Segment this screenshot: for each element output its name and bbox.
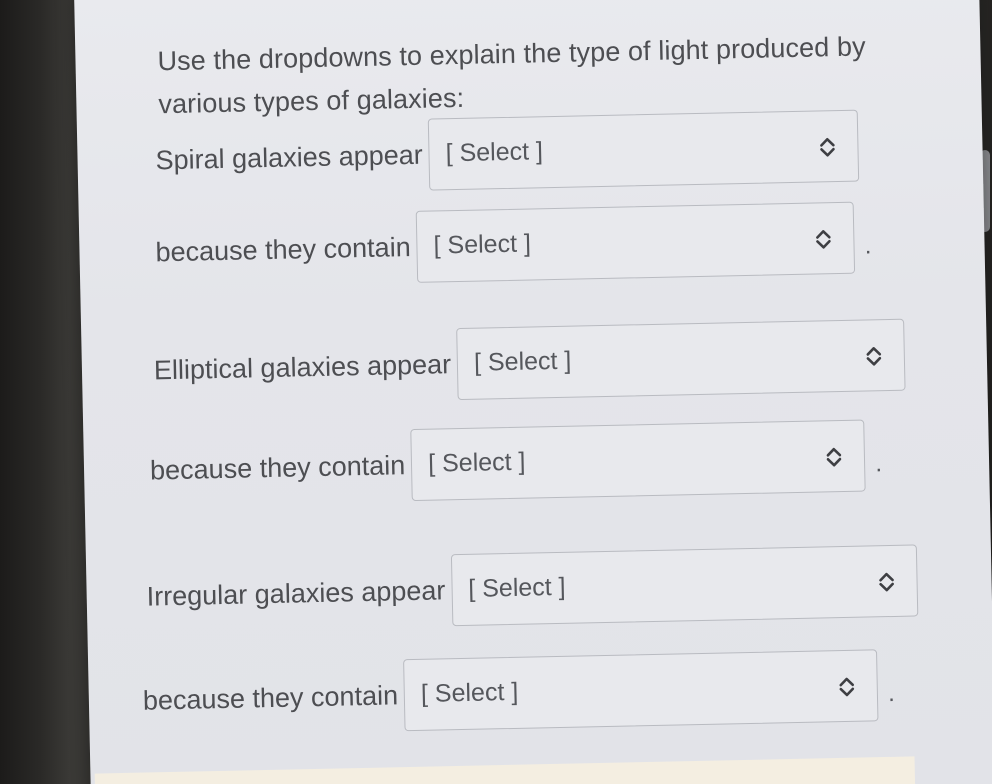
row-elliptical-contain: because they contain [ Select ] . xyxy=(149,419,882,506)
row-elliptical-appear: Elliptical galaxies appear [ Select ] xyxy=(153,318,916,406)
row-suffix: . xyxy=(875,450,883,478)
dropdown-value: [ Select ] xyxy=(420,677,519,708)
dropdown-value: [ Select ] xyxy=(445,137,544,168)
row-label: Spiral galaxies appear xyxy=(155,139,424,175)
chevron-up-down-icon xyxy=(839,677,855,697)
row-label: because they contain xyxy=(149,449,406,486)
row-spiral-appear: Spiral galaxies appear [ Select ] xyxy=(155,109,870,196)
row-label: Irregular galaxies appear xyxy=(146,574,446,612)
elliptical-appear-dropdown[interactable]: [ Select ] xyxy=(456,318,906,401)
spiral-appear-dropdown[interactable]: [ Select ] xyxy=(427,109,860,191)
chevron-up-down-icon xyxy=(878,572,894,592)
irregular-contain-dropdown[interactable]: [ Select ] xyxy=(403,649,879,732)
row-irregular-appear: Irregular galaxies appear [ Select ] xyxy=(146,544,928,632)
dropdown-value: [ Select ] xyxy=(473,346,572,377)
row-label: Elliptical galaxies appear xyxy=(153,348,452,385)
dropdown-value: [ Select ] xyxy=(468,572,566,603)
chevron-up-down-icon xyxy=(820,137,835,157)
screen: Use the dropdowns to explain the type of… xyxy=(0,0,992,784)
row-label: because they contain xyxy=(142,679,399,716)
spiral-contain-dropdown[interactable]: [ Select ] xyxy=(415,201,856,283)
irregular-appear-dropdown[interactable]: [ Select ] xyxy=(450,544,918,627)
row-spiral-contain: because they contain [ Select ] . xyxy=(155,201,872,288)
chevron-up-down-icon xyxy=(866,347,882,366)
dropdown-value: [ Select ] xyxy=(433,229,532,260)
question-panel: Use the dropdowns to explain the type of… xyxy=(74,0,992,784)
row-label: because they contain xyxy=(155,231,411,267)
row-suffix: . xyxy=(887,679,896,708)
dropdown-value: [ Select ] xyxy=(427,447,526,478)
row-irregular-contain: because they contain [ Select ] . xyxy=(142,649,895,737)
chevron-up-down-icon xyxy=(816,230,831,249)
row-suffix: . xyxy=(864,232,872,260)
elliptical-contain-dropdown[interactable]: [ Select ] xyxy=(410,419,866,502)
chevron-up-down-icon xyxy=(826,447,842,467)
